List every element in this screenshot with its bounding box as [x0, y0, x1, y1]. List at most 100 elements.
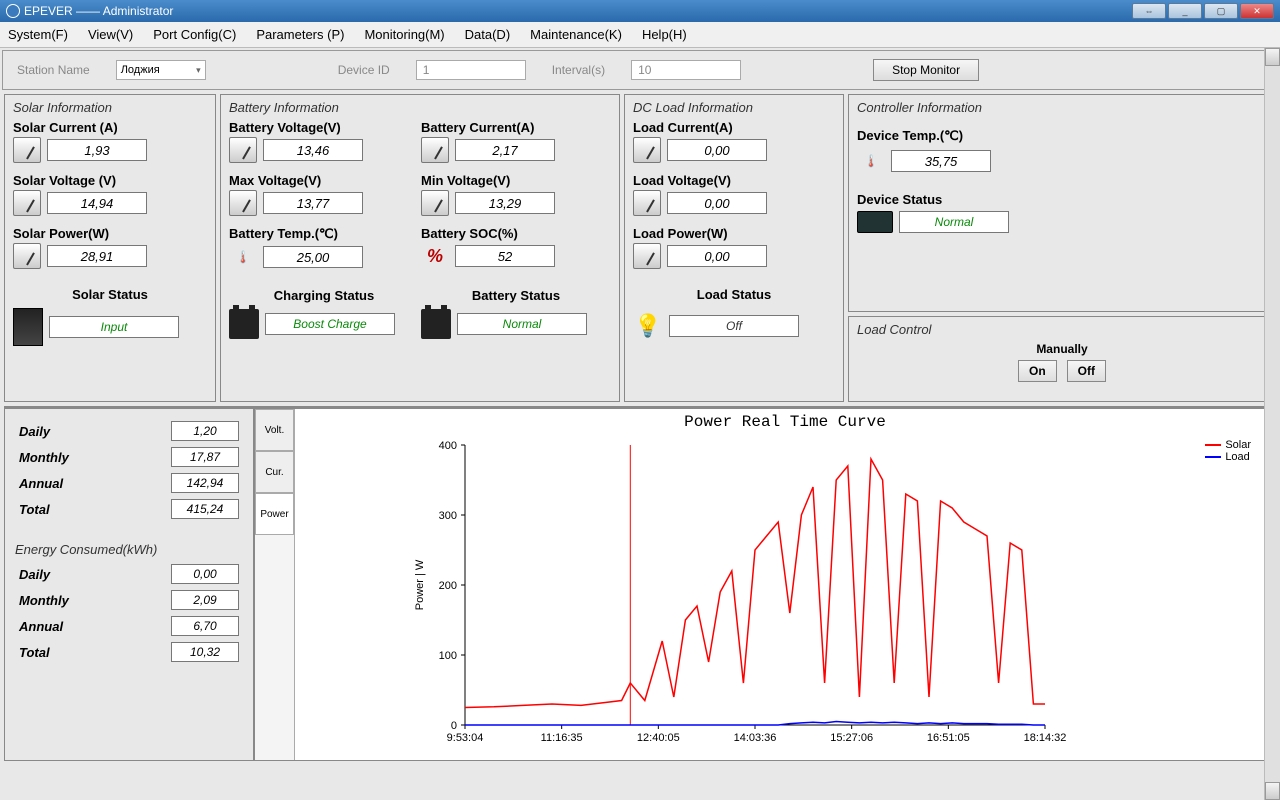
chart-tab-volt[interactable]: Volt.	[255, 409, 294, 451]
device-id-field[interactable]: 1	[416, 60, 526, 80]
battery-title: Battery Information	[229, 100, 611, 115]
battery-panel: Battery Information Battery Voltage(V) 13…	[220, 94, 620, 402]
battery-voltage-label: Battery Voltage(V)	[229, 120, 419, 135]
meter-icon	[633, 190, 661, 216]
gen-monthly-label: Monthly	[19, 450, 69, 465]
svg-text:16:51:05: 16:51:05	[927, 732, 970, 744]
interval-field[interactable]: 10	[631, 60, 741, 80]
gen-monthly-value: 17,87	[171, 447, 239, 467]
battery-soc-value: 52	[455, 245, 555, 267]
svg-text:Power | W: Power | W	[414, 559, 426, 610]
menu-view[interactable]: View(V)	[88, 27, 133, 42]
load-control-panel: Load Control Manually On Off	[848, 316, 1276, 402]
battery-charging-label: Charging Status	[229, 288, 419, 303]
chart-tab-cur[interactable]: Cur.	[255, 451, 294, 493]
con-monthly-value: 2,09	[171, 590, 239, 610]
con-daily-label: Daily	[19, 567, 50, 582]
gen-annual-label: Annual	[19, 476, 63, 491]
app-icon	[6, 4, 20, 18]
right-column: Controller Information Device Temp.(℃) 🌡…	[848, 94, 1276, 402]
con-total-value: 10,32	[171, 642, 239, 662]
load-current-label: Load Current(A)	[633, 120, 835, 135]
chart-legend: Solar Load	[1205, 439, 1251, 463]
interval-label: Interval(s)	[552, 63, 605, 77]
battery-current-value: 2,17	[455, 139, 555, 161]
svg-text:300: 300	[439, 510, 457, 522]
con-monthly-label: Monthly	[19, 593, 69, 608]
window-maximize-button[interactable]: ▢	[1204, 3, 1238, 19]
meter-icon	[633, 243, 661, 269]
chart-title: Power Real Time Curve	[295, 409, 1275, 435]
top-controls: Station Name Лоджия Device ID 1 Interval…	[2, 50, 1278, 90]
window-title: EPEVER —— Administrator	[24, 4, 173, 18]
window-close-button[interactable]: ✕	[1240, 3, 1274, 19]
svg-text:0: 0	[451, 720, 457, 732]
menu-monitoring[interactable]: Monitoring(M)	[364, 27, 444, 42]
window-minimize-button[interactable]: _	[1168, 3, 1202, 19]
con-daily-value: 0,00	[171, 564, 239, 584]
menu-help[interactable]: Help(H)	[642, 27, 687, 42]
battery-temp-label: Battery Temp.(℃)	[229, 226, 419, 242]
controller-icon	[857, 211, 893, 233]
station-name-combo[interactable]: Лоджия	[116, 60, 206, 80]
vertical-scrollbar[interactable]	[1264, 48, 1280, 800]
controller-title: Controller Information	[857, 100, 1267, 115]
window-extra-button[interactable]: ⇔	[1132, 3, 1166, 19]
svg-text:18:14:32: 18:14:32	[1024, 732, 1067, 744]
meter-icon	[229, 190, 257, 216]
load-status-label: Load Status	[633, 287, 835, 302]
battery-min-label: Min Voltage(V)	[421, 173, 611, 188]
window-titlebar: EPEVER —— Administrator ⇔ _ ▢ ✕	[0, 0, 1280, 22]
menu-data[interactable]: Data(D)	[465, 27, 511, 42]
chart-tab-power[interactable]: Power	[255, 493, 294, 535]
device-temp-label: Device Temp.(℃)	[857, 128, 1267, 144]
menu-maintenance[interactable]: Maintenance(K)	[530, 27, 622, 42]
battery-soc-label: Battery SOC(%)	[421, 226, 611, 241]
menu-port-config[interactable]: Port Config(C)	[153, 27, 236, 42]
stop-monitor-button[interactable]: Stop Monitor	[873, 59, 979, 81]
gen-total-label: Total	[19, 502, 50, 517]
battery-icon	[229, 309, 259, 339]
load-power-value: 0,00	[667, 245, 767, 267]
gen-daily-value: 1,20	[171, 421, 239, 441]
chart-area: Power Real Time Curve Solar Load 0100200…	[295, 409, 1275, 760]
solar-panel-icon	[13, 308, 43, 346]
battery-icon	[421, 309, 451, 339]
controller-panel: Controller Information Device Temp.(℃) 🌡…	[848, 94, 1276, 312]
bulb-icon: 💡	[633, 308, 663, 344]
battery-temp-value: 25,00	[263, 246, 363, 268]
solar-panel: Solar Information Solar Current (A) 1,93…	[4, 94, 216, 402]
load-voltage-value: 0,00	[667, 192, 767, 214]
meter-icon	[633, 137, 661, 163]
load-on-button[interactable]: On	[1018, 360, 1057, 382]
con-annual-label: Annual	[19, 619, 63, 634]
load-voltage-label: Load Voltage(V)	[633, 173, 835, 188]
load-power-label: Load Power(W)	[633, 226, 835, 241]
device-temp-value: 35,75	[891, 150, 991, 172]
menu-parameters[interactable]: Parameters (P)	[256, 27, 344, 42]
load-panel: DC Load Information Load Current(A)0,00 …	[624, 94, 844, 402]
energy-panel: Daily1,20 Monthly17,87 Annual142,94 Tota…	[4, 408, 254, 761]
svg-text:12:40:05: 12:40:05	[637, 732, 680, 744]
percent-icon: %	[421, 243, 449, 269]
load-current-value: 0,00	[667, 139, 767, 161]
solar-status-label: Solar Status	[13, 287, 207, 302]
load-status-value: Off	[669, 315, 799, 337]
svg-text:11:16:35: 11:16:35	[541, 732, 583, 744]
svg-text:400: 400	[439, 440, 457, 452]
meter-icon	[13, 137, 41, 163]
con-total-label: Total	[19, 645, 50, 660]
solar-title: Solar Information	[13, 100, 207, 115]
energy-consumed-title: Energy Consumed(kWh)	[15, 542, 243, 557]
load-control-mode: Manually	[857, 342, 1267, 356]
battery-max-value: 13,77	[263, 192, 363, 214]
load-off-button[interactable]: Off	[1067, 360, 1106, 382]
station-name-label: Station Name	[17, 63, 90, 77]
battery-min-value: 13,29	[455, 192, 555, 214]
menu-system[interactable]: System(F)	[8, 27, 68, 42]
menubar: System(F) View(V) Port Config(C) Paramet…	[0, 22, 1280, 48]
device-status-label: Device Status	[857, 192, 1267, 207]
battery-current-label: Battery Current(A)	[421, 120, 611, 135]
battery-status-label: Battery Status	[421, 288, 611, 303]
solar-power-value: 28,91	[47, 245, 147, 267]
